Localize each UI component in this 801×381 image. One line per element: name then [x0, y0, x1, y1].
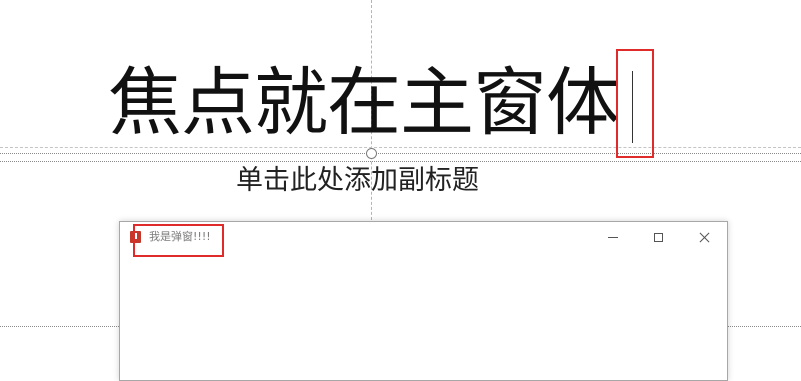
- popup-title-highlight-box: [133, 224, 224, 257]
- subtitle-placeholder[interactable]: 单击此处添加副标题: [236, 164, 479, 198]
- title-box-bottom-border: [0, 153, 801, 154]
- slide-title-textbox[interactable]: 焦点就在主窗体: [108, 58, 620, 148]
- caret-highlight-box: [616, 49, 654, 158]
- minimize-icon: [608, 236, 618, 238]
- maximize-button[interactable]: [643, 226, 673, 248]
- rotate-handle[interactable]: [366, 148, 377, 159]
- maximize-icon: [653, 232, 663, 242]
- minimize-button[interactable]: [598, 226, 628, 248]
- close-icon: [699, 232, 710, 243]
- subtitle-box-top-border: [0, 161, 801, 162]
- close-button[interactable]: [689, 226, 719, 248]
